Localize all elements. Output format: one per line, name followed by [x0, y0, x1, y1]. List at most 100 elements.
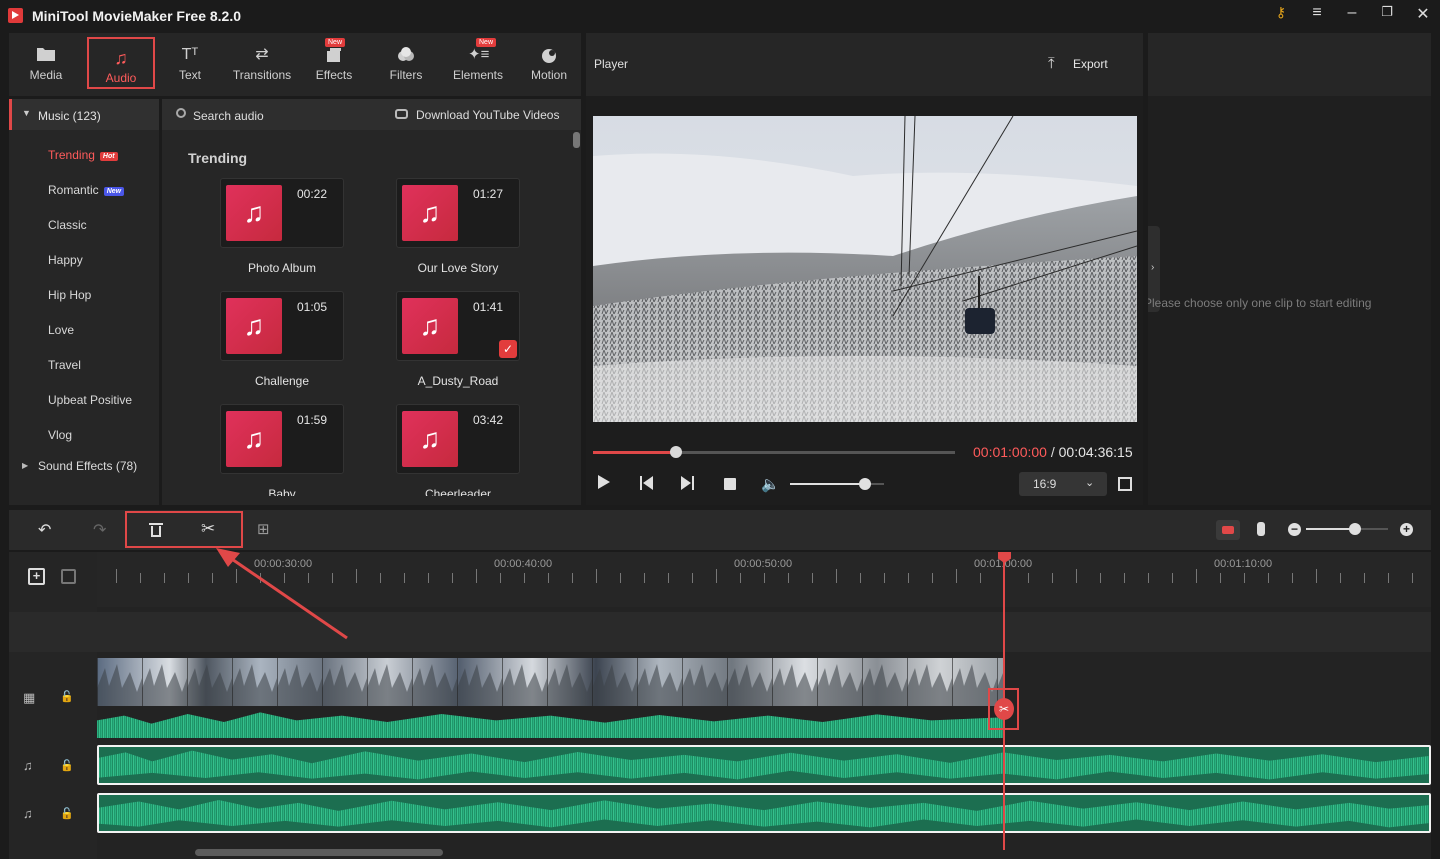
redo-icon[interactable]: ↷: [93, 520, 106, 540]
video-frame-image: [593, 116, 1137, 422]
ruler-tick: [692, 573, 693, 583]
split-scissors-icon[interactable]: ✂: [994, 698, 1014, 720]
split-scissors-icon[interactable]: ✂: [201, 519, 215, 539]
tool-label: Filters: [389, 68, 423, 82]
filters-icon: [396, 46, 416, 64]
tool-transitions[interactable]: ⇄ Transitions: [229, 36, 295, 90]
category-hip-hop[interactable]: Hip Hop: [48, 288, 91, 302]
category-vlog[interactable]: Vlog: [48, 428, 72, 442]
close-icon[interactable]: ✕: [1410, 4, 1436, 28]
ruler-tick: [1244, 573, 1245, 583]
checkmark-icon[interactable]: ✓: [499, 340, 517, 358]
sound-effects-group[interactable]: Sound Effects (78): [38, 459, 137, 473]
tool-audio[interactable]: ♫ Audio: [87, 37, 155, 89]
export-button[interactable]: Export: [1073, 57, 1108, 71]
track-card-baby[interactable]: 01:59: [220, 404, 344, 474]
ruler-label: 00:00:50:00: [734, 558, 793, 570]
caret-right-icon: ▶: [22, 461, 29, 470]
crop-icon[interactable]: ⊞: [257, 520, 270, 538]
music-thumbnail-icon: [402, 298, 458, 354]
tool-media[interactable]: Media: [13, 36, 79, 90]
chevron-right-icon[interactable]: ›: [1151, 262, 1154, 273]
timeline-horizontal-scrollbar[interactable]: [195, 849, 443, 856]
tool-text[interactable]: Tᵀ Text: [157, 36, 223, 90]
properties-hint-text: Please choose only one clip to start edi…: [1148, 296, 1372, 310]
zoom-out-icon[interactable]: −: [1288, 523, 1301, 536]
search-input[interactable]: Search audio: [193, 109, 264, 123]
lock-icon[interactable]: 🔓: [60, 759, 74, 772]
track-title: A_Dusty_Road: [417, 374, 499, 388]
category-happy[interactable]: Happy: [48, 253, 83, 267]
tool-effects[interactable]: New Effects: [301, 36, 367, 90]
track-duration: 03:42: [473, 413, 504, 427]
ruler-tick: [476, 569, 477, 583]
snap-toggle[interactable]: [1216, 520, 1240, 540]
ruler-tick: [1148, 573, 1149, 583]
track-duration: 01:59: [297, 413, 328, 427]
zoom-in-icon[interactable]: +: [1400, 523, 1413, 536]
video-preview[interactable]: [593, 116, 1137, 422]
ruler-tick: [548, 573, 549, 583]
volume-icon[interactable]: 🔈: [761, 475, 780, 493]
ruler-tick: [572, 573, 573, 583]
category-romantic[interactable]: Romantic New: [48, 183, 125, 197]
ruler-tick: [428, 573, 429, 583]
total-time: 00:04:36:15: [1058, 444, 1133, 460]
key-icon[interactable]: ⚷: [1268, 4, 1294, 28]
remove-track-icon[interactable]: [61, 569, 76, 584]
ruler-tick: [788, 573, 789, 583]
track-card-photo-album[interactable]: 00:22: [220, 178, 344, 248]
tool-elements[interactable]: New ✦≡ Elements: [445, 36, 511, 90]
caret-down-icon: ▼: [22, 108, 31, 118]
lock-icon[interactable]: 🔓: [60, 690, 74, 703]
audio-clip-2[interactable]: [97, 793, 1431, 833]
track-title-clipped: Baby: [192, 487, 372, 496]
lock-icon[interactable]: 🔓: [60, 807, 74, 820]
ruler-tick: [1268, 573, 1269, 583]
category-travel[interactable]: Travel: [48, 358, 81, 372]
track-card-cheerleader[interactable]: 03:42: [396, 404, 520, 474]
delete-icon[interactable]: [149, 523, 163, 537]
aspect-ratio-select[interactable]: 16:9 ⌄: [1019, 472, 1107, 496]
add-track-icon[interactable]: +: [28, 568, 45, 585]
annotation-arrow: [216, 548, 348, 640]
fullscreen-icon[interactable]: [1118, 477, 1132, 491]
maximize-icon[interactable]: ❐: [1374, 4, 1400, 28]
play-icon[interactable]: [598, 475, 610, 489]
category-trending[interactable]: Trending Hot: [48, 148, 118, 162]
tool-filters[interactable]: Filters: [373, 36, 439, 90]
aspect-ratio-value: 16:9: [1033, 477, 1057, 491]
track-card-challenge[interactable]: 01:05: [220, 291, 344, 361]
stop-icon[interactable]: [724, 478, 736, 490]
previous-frame-icon[interactable]: [640, 476, 654, 490]
track-card-a-dusty-road[interactable]: 01:41 ✓: [396, 291, 520, 361]
category-classic[interactable]: Classic: [48, 218, 87, 232]
category-upbeat-positive[interactable]: Upbeat Positive: [48, 393, 132, 407]
menu-icon[interactable]: ≡: [1304, 4, 1330, 28]
ruler-tick: [764, 573, 765, 583]
track-card-our-love-story[interactable]: 01:27: [396, 178, 520, 248]
video-track-icon: ▦: [23, 690, 36, 705]
next-frame-icon[interactable]: [681, 476, 695, 490]
audio-waveform: [99, 800, 1429, 828]
current-time: 00:01:00:00: [973, 444, 1047, 460]
undo-icon[interactable]: ↶: [38, 520, 51, 540]
download-youtube-button[interactable]: Download YouTube Videos: [416, 108, 559, 122]
audio-clip-1[interactable]: [97, 745, 1431, 785]
export-icon: ⤒: [1048, 55, 1055, 72]
ruler-tick: [116, 569, 117, 583]
tool-motion[interactable]: Motion: [516, 36, 582, 90]
video-clip[interactable]: [97, 658, 1004, 706]
time-display: 00:01:00:00 / 00:04:36:15: [973, 444, 1133, 460]
music-thumbnail-icon: [226, 411, 282, 467]
minimize-icon[interactable]: –: [1339, 4, 1365, 28]
ruler-tick: [1028, 573, 1029, 583]
library-scrollbar[interactable]: [573, 132, 580, 148]
category-love[interactable]: Love: [48, 323, 74, 337]
ruler-tick: [356, 569, 357, 583]
ruler-tick: [1364, 573, 1365, 583]
ruler-tick: [1172, 573, 1173, 583]
audio-mixer-icon[interactable]: [1254, 521, 1268, 537]
ruler-tick: [1292, 573, 1293, 583]
tool-label: Media: [29, 68, 63, 82]
